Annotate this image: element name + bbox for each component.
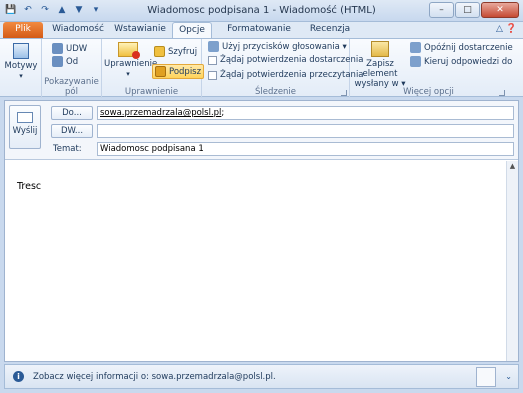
sledzenie-launcher-icon[interactable] [341,90,347,96]
zapisz-element-button[interactable]: Zapisz element wysłany w ▾ [352,41,408,89]
od-label: Od [66,56,79,67]
delay-delivery-icon [410,42,421,53]
delay-delivery-label: Opóźnij dostarczenie [424,42,513,53]
group-label-pokazywanie-pol: Pokazywanie pól [44,77,99,97]
message-header: Wyślij Do... sowa.przemadrzala@polsl.pl;… [5,101,518,160]
help-icon[interactable]: △ ❓ [496,24,517,34]
tab-plik[interactable]: Plik [3,22,43,38]
read-receipt-label: Żądaj potwierdzenia przeczytania [220,70,364,80]
motywy-label: Motywy [4,61,38,71]
subject-field[interactable]: Wiadomosc podpisana 1 [97,142,514,156]
podpisz-label: Podpisz [169,66,202,77]
tab-recenzja[interactable]: Recenzja [306,22,354,38]
info-icon: i [13,371,24,382]
save-sent-folder-icon [371,41,389,57]
group-label-wiecej-opcji: Więcej opcji [403,87,454,97]
voting-buttons-button[interactable]: Użyj przycisków głosowania ▾ [208,41,347,52]
sign-icon [155,66,166,77]
udw-button[interactable]: UDW [52,43,87,54]
uprawnienie-label: Uprawnienie [104,59,158,69]
title-bar: 💾 ↶ ↷ ▲ ▼ ▾ Wiadomosc podpisana 1 - Wiad… [0,0,523,22]
read-receipt-check[interactable] [208,70,217,80]
podpisz-button[interactable]: Podpisz [152,64,205,79]
people-pane-bar: i Zobacz więcej informacji o: sowa.przem… [4,364,519,389]
vertical-scrollbar[interactable]: ▲ [506,161,518,361]
motywy-button[interactable]: Motywy ▾ [4,43,38,81]
delivery-receipt-label: Żądaj potwierdzenia dostarczenia [220,55,364,65]
read-receipt-checkbox[interactable]: Żądaj potwierdzenia przeczytania [208,70,364,80]
voting-label: Użyj przycisków głosowania ▾ [222,41,347,52]
group-motywy: Motywy ▾ [0,39,42,98]
delay-delivery-button[interactable]: Opóźnij dostarczenie [410,42,513,53]
group-wiecej-opcji: Zapisz element wysłany w ▾ Opóźnij dosta… [350,39,513,98]
ribbon: Motywy ▾ UDW Od Pokazywanie pól Uprawnie… [0,38,523,98]
tab-opcje[interactable]: Opcje [172,22,212,38]
direct-replies-icon [410,56,421,67]
delivery-receipt-check[interactable] [208,55,217,65]
send-label: Wyślij [12,126,38,136]
permission-envelope-icon [118,42,140,59]
bcc-icon [52,43,63,54]
avatar[interactable] [476,367,496,387]
cc-field[interactable] [97,124,514,138]
scroll-up-icon[interactable]: ▲ [507,161,518,172]
group-sledzenie: Użyj przycisków głosowania ▾ Żądaj potwi… [202,39,364,98]
expand-people-pane-icon[interactable]: ⌄ [505,372,512,381]
szyfruj-button[interactable]: Szyfruj [154,46,197,57]
udw-label: UDW [66,43,88,54]
wiecej-opcji-launcher-icon[interactable] [499,90,505,96]
send-envelope-icon [17,112,33,123]
uprawnienie-button[interactable]: Uprawnienie ▾ [104,42,157,79]
maximize-button[interactable]: □ [455,2,480,18]
compose-area: Wyślij Do... sowa.przemadrzala@polsl.pl;… [4,100,519,362]
recipient-separator: ; [221,108,225,118]
szyfruj-label: Szyfruj [168,46,198,57]
cc-button[interactable]: DW... [51,124,93,138]
themes-icon [13,43,29,59]
minimize-button[interactable]: – [429,2,454,18]
tab-wstawianie[interactable]: Wstawianie [110,22,170,38]
close-button[interactable]: ✕ [481,2,519,18]
subject-label: Temat: [53,144,82,154]
ribbon-tabs: Plik Wiadomość Wstawianie Opcje Formatow… [0,22,523,49]
encrypt-icon [154,46,165,57]
direct-replies-button[interactable]: Kieruj odpowiedzi do [410,56,512,67]
people-info-text[interactable]: Zobacz więcej informacji o: sowa.przemad… [33,372,276,382]
tab-wiadomosc[interactable]: Wiadomość [48,22,108,38]
direct-replies-label: Kieruj odpowiedzi do [424,56,513,67]
to-field[interactable]: sowa.przemadrzala@polsl.pl; [97,106,514,120]
delivery-receipt-checkbox[interactable]: Żądaj potwierdzenia dostarczenia [208,55,363,65]
od-button[interactable]: Od [52,56,78,67]
group-uprawnienie: Uprawnienie ▾ Szyfruj Podpisz Uprawnieni… [102,39,205,98]
restricted-icon [132,51,140,59]
group-label-sledzenie: Śledzenie [254,87,297,97]
zapisz-label: Zapisz element [362,59,398,79]
from-icon [52,56,63,67]
voting-icon [208,41,219,52]
group-pokazywanie-pol: UDW Od Pokazywanie pól [42,39,102,98]
tab-formatowanie-tekstu[interactable]: Formatowanie tekstu [214,22,304,49]
group-label-uprawnienie: Uprawnienie [124,87,179,97]
recipient[interactable]: sowa.przemadrzala@polsl.pl [100,108,221,118]
send-button[interactable]: Wyślij [9,105,41,149]
to-button[interactable]: Do... [51,106,93,120]
message-body[interactable]: Tresc [17,181,41,192]
